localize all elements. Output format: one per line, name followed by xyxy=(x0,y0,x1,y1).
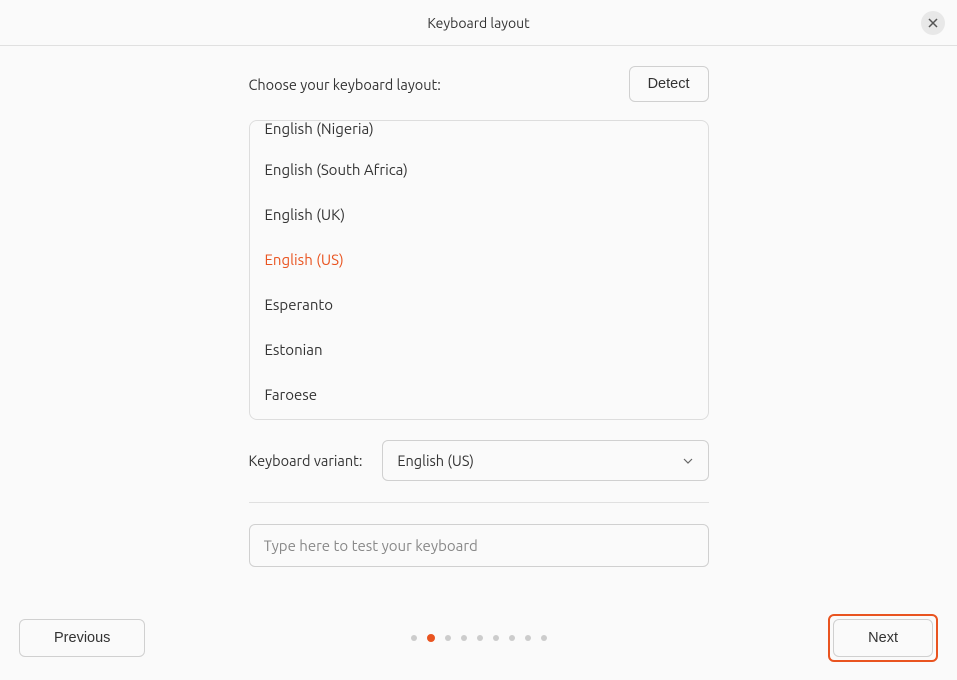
prompt-row: Choose your keyboard layout: Detect xyxy=(249,66,709,102)
progress-dot xyxy=(541,635,547,641)
close-button[interactable] xyxy=(921,11,945,35)
test-keyboard-input[interactable] xyxy=(249,524,709,567)
variant-row: Keyboard variant: English (US) xyxy=(249,440,709,481)
progress-dots xyxy=(411,635,547,642)
progress-dot xyxy=(411,635,417,641)
progress-dot xyxy=(427,634,435,642)
divider xyxy=(249,502,709,503)
list-item[interactable]: English (UK) xyxy=(249,192,709,237)
list-item[interactable]: Faroese xyxy=(249,372,709,403)
page-title: Keyboard layout xyxy=(427,15,529,31)
list-item-selected[interactable]: English (US) xyxy=(249,237,709,282)
variant-label: Keyboard variant: xyxy=(249,452,363,469)
variant-select[interactable]: English (US) xyxy=(382,440,708,481)
list-item[interactable]: Esperanto xyxy=(249,282,709,327)
progress-dot xyxy=(525,635,531,641)
next-button-highlight: Next xyxy=(828,614,938,662)
progress-dot xyxy=(445,635,451,641)
prompt-label: Choose your keyboard layout: xyxy=(249,76,441,93)
chevron-down-icon xyxy=(682,455,694,467)
progress-dot xyxy=(493,635,499,641)
layout-list[interactable]: English (Nigeria) English (South Africa)… xyxy=(249,120,709,420)
next-button[interactable]: Next xyxy=(833,619,933,657)
variant-value: English (US) xyxy=(397,452,474,469)
list-item[interactable]: Estonian xyxy=(249,327,709,372)
progress-dot xyxy=(509,635,515,641)
content: Choose your keyboard layout: Detect Engl… xyxy=(0,46,957,587)
progress-dot xyxy=(461,635,467,641)
progress-dot xyxy=(477,635,483,641)
previous-button[interactable]: Previous xyxy=(19,619,145,657)
list-item[interactable]: English (South Africa) xyxy=(249,147,709,192)
layout-scroll[interactable]: English (Nigeria) English (South Africa)… xyxy=(249,120,709,420)
list-item[interactable]: English (Nigeria) xyxy=(249,120,709,147)
header: Keyboard layout xyxy=(0,0,957,46)
close-icon xyxy=(928,18,938,28)
footer: Previous Next xyxy=(0,614,957,662)
detect-button[interactable]: Detect xyxy=(629,66,709,102)
